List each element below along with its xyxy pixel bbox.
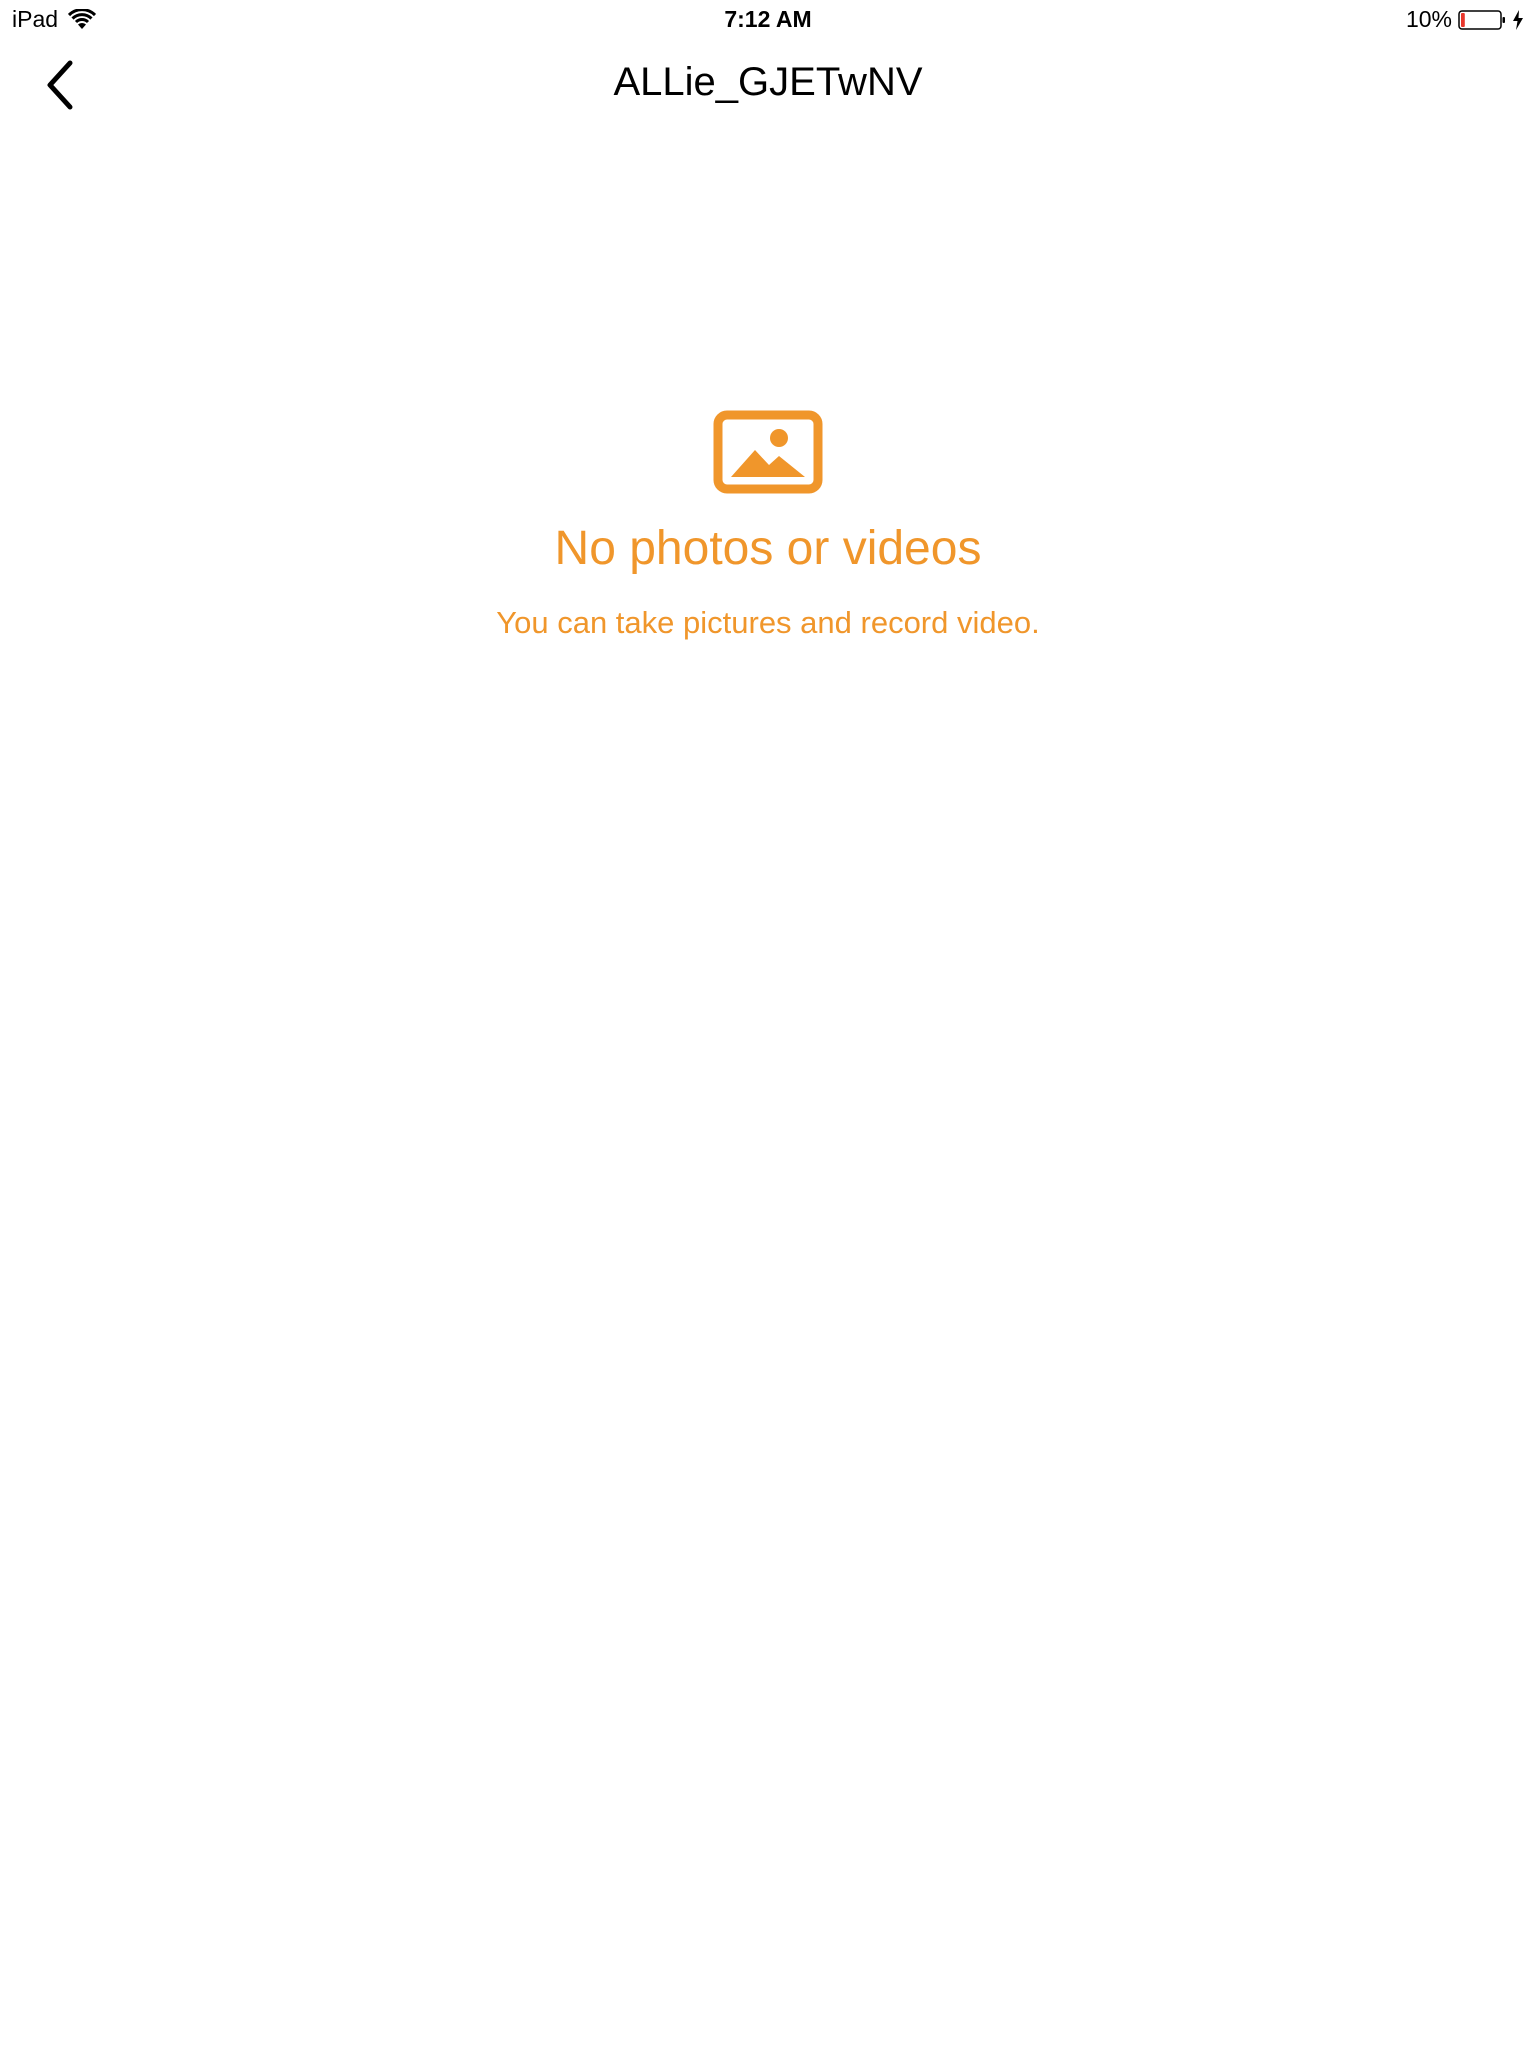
empty-state-title: No photos or videos — [554, 522, 982, 575]
empty-state-subtitle: You can take pictures and record video. — [496, 605, 1040, 640]
battery-icon — [1458, 9, 1505, 30]
charging-icon — [1513, 9, 1523, 30]
status-time: 7:12 AM — [724, 6, 812, 32]
status-bar: iPad 7:12 AM 10% — [0, 0, 1536, 40]
page-title: ALLie_GJETwNV — [613, 60, 923, 104]
battery-percent: 10% — [1405, 6, 1452, 32]
navigation-bar: ALLie_GJETwNV — [0, 40, 1536, 130]
empty-state: No photos or videos You can take picture… — [0, 410, 1536, 642]
photo-icon — [713, 410, 823, 494]
battery-fill — [1461, 12, 1465, 27]
status-right: 10% — [1406, 6, 1524, 33]
